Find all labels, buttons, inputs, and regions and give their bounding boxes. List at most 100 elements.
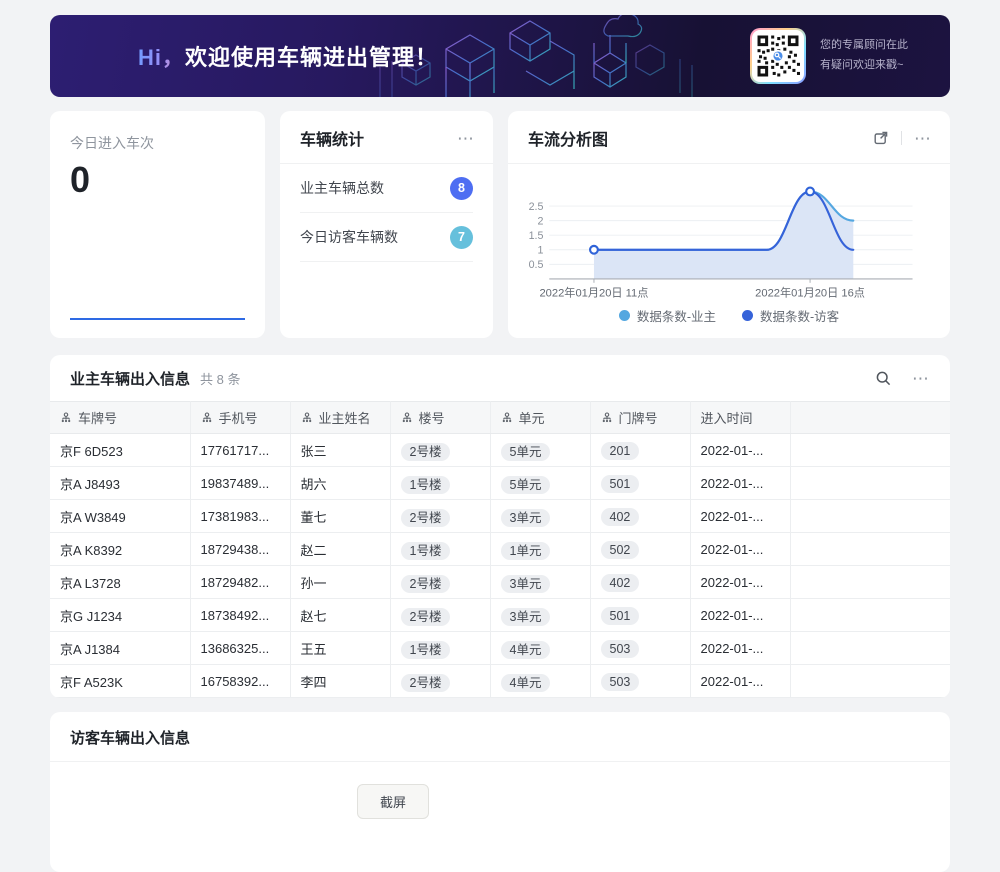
tag-badge: 5单元 — [501, 476, 551, 494]
field-type-icon — [501, 412, 513, 424]
screenshot-button[interactable]: 截屏 — [357, 784, 429, 819]
tag-badge: 3单元 — [501, 575, 551, 593]
cell-unit: 5单元 — [490, 467, 590, 500]
column-header[interactable]: 进入时间 — [690, 402, 790, 434]
cell-plate: 京A J1384 — [50, 632, 190, 665]
cell-building: 2号楼 — [390, 500, 490, 533]
cell-unit: 3单元 — [490, 500, 590, 533]
cell-building: 2号楼 — [390, 599, 490, 632]
today-entries-value: 0 — [70, 159, 245, 201]
traffic-chart-title: 车流分析图 — [528, 126, 608, 150]
table-row[interactable]: 京A L372818729482...孙一2号楼3单元4022022-01-..… — [50, 566, 950, 599]
tag-badge: 501 — [601, 607, 640, 625]
cell-unit: 4单元 — [490, 665, 590, 698]
cell-time: 2022-01-... — [690, 434, 790, 467]
svg-text:2: 2 — [538, 216, 544, 228]
cell-name: 胡六 — [290, 467, 390, 500]
field-type-icon — [201, 412, 213, 424]
welcome-title: Hi，欢迎使用车辆进出管理！ — [50, 40, 438, 72]
cell-plate: 京G J1234 — [50, 599, 190, 632]
column-header[interactable]: 车牌号 — [50, 402, 190, 434]
cell-phone: 17761717... — [190, 434, 290, 467]
cell-door: 501 — [590, 467, 690, 500]
tag-badge: 501 — [601, 475, 640, 493]
vehicle-stats-list: 业主车辆总数8今日访客车辆数7 — [280, 164, 493, 262]
column-header[interactable]: 楼号 — [390, 402, 490, 434]
count-badge: 7 — [450, 226, 473, 249]
cell-name: 赵七 — [290, 599, 390, 632]
owner-table-body: 京F 6D52317761717...张三2号楼5单元2012022-01-..… — [50, 434, 950, 698]
column-header-label: 单元 — [519, 408, 545, 427]
tag-badge: 1号楼 — [401, 641, 451, 659]
cell-plate: 京F 6D523 — [50, 434, 190, 467]
svg-text:2.5: 2.5 — [529, 201, 544, 213]
cell-building: 2号楼 — [390, 665, 490, 698]
divider — [901, 131, 902, 145]
legend-item[interactable]: 数据条数-业主 — [619, 306, 716, 325]
table-row[interactable]: 京F A523K16758392...李四2号楼4单元5032022-01-..… — [50, 665, 950, 698]
svg-text:1.5: 1.5 — [529, 230, 544, 242]
cell-phone: 13686325... — [190, 632, 290, 665]
tag-badge: 503 — [601, 640, 640, 658]
cell-plate: 京A L3728 — [50, 566, 190, 599]
more-options-icon[interactable]: ⋯ — [457, 130, 475, 147]
table-row[interactable]: 京A J138413686325...王五1号楼4单元5032022-01-..… — [50, 632, 950, 665]
tag-badge: 1单元 — [501, 542, 551, 560]
table-row[interactable]: 京G J123418738492...赵七2号楼3单元5012022-01-..… — [50, 599, 950, 632]
more-options-icon[interactable]: ⋯ — [912, 370, 930, 387]
column-header-label: 手机号 — [219, 408, 258, 427]
table-row[interactable]: 京A J849319837489...胡六1号楼5单元5012022-01-..… — [50, 467, 950, 500]
column-header-label: 业主姓名 — [319, 408, 371, 427]
svg-text:2022年01月20日 11点: 2022年01月20日 11点 — [539, 285, 648, 299]
column-header[interactable]: 单元 — [490, 402, 590, 434]
cell-_blank — [790, 599, 950, 632]
tag-badge: 3单元 — [501, 608, 551, 626]
svg-text:2022年01月20日 16点: 2022年01月20日 16点 — [755, 285, 865, 299]
legend-label: 数据条数-业主 — [637, 306, 716, 325]
column-header[interactable]: 手机号 — [190, 402, 290, 434]
more-options-icon[interactable]: ⋯ — [914, 130, 932, 147]
tag-badge: 402 — [601, 508, 640, 526]
column-header[interactable]: 业主姓名 — [290, 402, 390, 434]
table-row[interactable]: 京F 6D52317761717...张三 2号楼 5单元 201 2022-01-..… — [50, 434, 950, 467]
column-header[interactable]: 门牌号 — [590, 402, 690, 434]
tag-badge: 201 — [601, 442, 640, 460]
cell-name: 董七 — [290, 500, 390, 533]
owner-table: 车牌号 手机号 业主姓名楼号 单元 门牌号进入时间 京F 6D52317761717..… — [50, 401, 950, 698]
tag-badge: 2号楼 — [401, 443, 451, 461]
cell-time: 2022-01-... — [690, 599, 790, 632]
cell-name: 张三 — [290, 434, 390, 467]
cell-time: 2022-01-... — [690, 665, 790, 698]
consultant-qr-block: 您的专属顾问在此 有疑问欢迎来戳~ — [750, 28, 908, 84]
qr-code — [750, 28, 806, 84]
cell-building: 1号楼 — [390, 467, 490, 500]
column-header-label: 进入时间 — [701, 408, 753, 427]
tag-badge: 4单元 — [501, 674, 551, 692]
traffic-chart-card: 车流分析图 ⋯ 0.511.522.52022年01月20日 11点2022年0… — [508, 111, 950, 338]
legend-label: 数据条数-访客 — [760, 306, 839, 325]
cell-building: 1号楼 — [390, 632, 490, 665]
cell-phone: 18729438... — [190, 533, 290, 566]
cell-time: 2022-01-... — [690, 533, 790, 566]
cell-plate: 京A K8392 — [50, 533, 190, 566]
search-icon[interactable] — [875, 370, 892, 387]
field-type-icon — [301, 412, 313, 424]
cell-_blank — [790, 467, 950, 500]
owner-table-count: 共 8 条 — [200, 369, 240, 388]
stat-row[interactable]: 业主车辆总数8 — [300, 164, 473, 213]
cell-_blank — [790, 566, 950, 599]
tag-badge: 1号楼 — [401, 476, 451, 494]
stat-row[interactable]: 今日访客车辆数7 — [300, 213, 473, 262]
field-type-icon — [401, 412, 413, 424]
tag-badge: 5单元 — [501, 443, 551, 461]
legend-item[interactable]: 数据条数-访客 — [742, 306, 839, 325]
cell-name: 赵二 — [290, 533, 390, 566]
cell-unit: 5单元 — [490, 434, 590, 467]
tag-badge: 3单元 — [501, 509, 551, 527]
tag-badge: 4单元 — [501, 641, 551, 659]
vehicle-stats-card: 车辆统计 ⋯ 业主车辆总数8今日访客车辆数7 — [280, 111, 493, 338]
expand-icon[interactable] — [873, 130, 889, 146]
cell-_blank — [790, 434, 950, 467]
table-row[interactable]: 京A K839218729438...赵二1号楼1单元5022022-01-..… — [50, 533, 950, 566]
table-row[interactable]: 京A W384917381983...董七2号楼3单元4022022-01-..… — [50, 500, 950, 533]
